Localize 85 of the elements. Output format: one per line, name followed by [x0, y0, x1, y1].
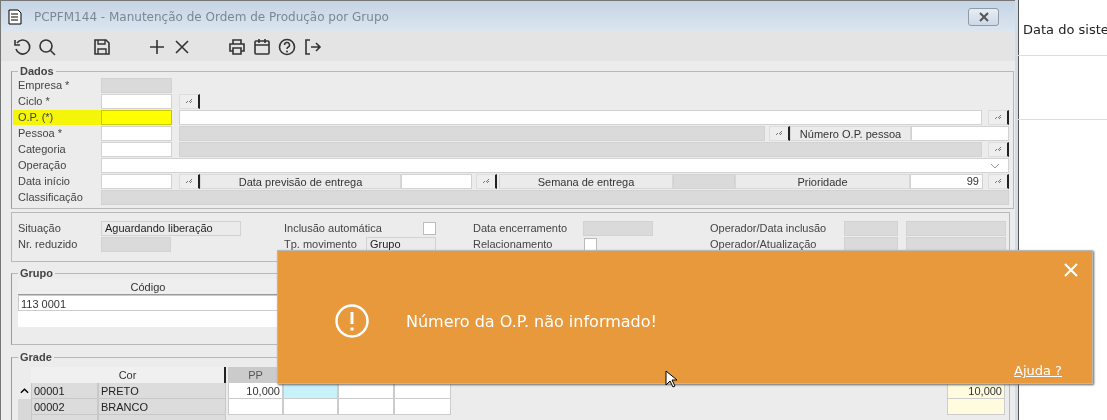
dots-icon	[994, 178, 1002, 184]
input-field	[583, 220, 653, 236]
input-field[interactable]	[101, 109, 172, 125]
input-field[interactable]	[179, 141, 982, 157]
input-field[interactable]	[179, 125, 765, 141]
warning-icon	[334, 303, 370, 339]
input-field[interactable]	[911, 125, 1009, 141]
lookup-button[interactable]	[476, 173, 497, 189]
table-cell: 00001	[31, 383, 98, 399]
toast-message: Número da O.P. não informado!	[406, 311, 657, 331]
table-cell[interactable]	[283, 399, 338, 415]
field-label: Tp. movimento	[284, 236, 358, 252]
field-label: Prioridade	[735, 173, 910, 189]
table-cell: 10,000	[228, 383, 283, 399]
calendar-icon[interactable]	[252, 36, 272, 57]
input-field[interactable]	[673, 173, 735, 189]
table-cell	[947, 399, 1005, 415]
dots-icon	[994, 114, 1002, 120]
input-field[interactable]	[101, 141, 172, 157]
field-label: Nr. reduzido	[18, 236, 79, 252]
checkbox[interactable]	[584, 237, 597, 251]
dots-icon	[775, 130, 783, 136]
help-icon[interactable]	[277, 36, 297, 57]
input-field[interactable]: 99	[910, 173, 983, 189]
dots-icon	[185, 178, 193, 184]
lookup-button[interactable]	[988, 173, 1009, 189]
input-field[interactable]	[401, 173, 472, 189]
save-icon[interactable]	[92, 36, 112, 57]
input-field[interactable]	[101, 189, 1009, 205]
section-title: Dados	[19, 65, 55, 77]
section-title: Grupo	[19, 267, 54, 279]
lookup-button[interactable]	[988, 141, 1009, 157]
cursor-icon	[665, 370, 677, 388]
field-label: Ciclo *	[18, 93, 51, 109]
table-cell	[394, 399, 451, 415]
exit-icon[interactable]	[302, 36, 322, 57]
dots-icon	[994, 146, 1002, 152]
undo-icon[interactable]	[12, 36, 32, 57]
field-label: O.P. (*)	[13, 109, 101, 125]
input-field: Aguardando liberação	[101, 220, 241, 236]
field-label: Relacionamento	[473, 236, 554, 252]
input-field[interactable]	[101, 173, 172, 189]
section-title: Grade	[19, 351, 53, 363]
field-label: Operador/Atualização	[710, 236, 818, 252]
field-label: Data encerramento	[473, 220, 569, 236]
input-field	[101, 236, 171, 252]
close-button[interactable]	[968, 7, 999, 26]
field-label: Operação	[18, 157, 68, 173]
column-header: Cor	[31, 367, 226, 383]
lookup-button[interactable]	[179, 173, 200, 189]
table-cell: PRETO	[98, 383, 226, 399]
dropdown-field[interactable]	[101, 157, 1009, 173]
lookup-button[interactable]	[769, 125, 790, 141]
input-field[interactable]	[101, 93, 172, 109]
table-cell: BRANCO	[98, 399, 226, 415]
field-label: Número O.P. pessoa	[790, 125, 911, 141]
field-label: Data previsão de entrega	[200, 173, 401, 189]
close-icon	[1063, 262, 1079, 278]
field-label: Classificação	[18, 189, 84, 205]
table-cell	[338, 399, 394, 415]
search-icon[interactable]	[37, 36, 57, 57]
table-cell: 00002	[31, 399, 98, 415]
field-label: Inclusão automática	[284, 220, 383, 236]
input-field[interactable]	[101, 125, 172, 141]
field-label: Situação	[18, 220, 62, 236]
input-field[interactable]	[101, 77, 172, 93]
chevron-icon	[990, 162, 1000, 169]
input-field	[844, 220, 898, 236]
dots-icon	[185, 98, 193, 104]
field-label: Data início	[18, 173, 71, 189]
lookup-button[interactable]	[179, 93, 200, 109]
field-label: Semana de entrega	[499, 173, 673, 189]
document-icon	[8, 8, 22, 25]
field-label: Pessoa *	[18, 125, 64, 141]
field-label: Categoria	[18, 141, 67, 157]
dots-icon	[482, 178, 490, 184]
input-field[interactable]	[179, 109, 982, 125]
close-icon	[976, 11, 991, 22]
printer-icon[interactable]	[227, 36, 247, 57]
window-title: PCPFM144 - Manutenção de Ordem de Produção por Grupo	[34, 9, 389, 24]
table-cell	[228, 399, 283, 415]
checkbox[interactable]	[423, 221, 436, 235]
field-label: Operador/Data inclusão	[710, 220, 828, 236]
lookup-button[interactable]	[988, 109, 1009, 125]
field-label: Empresa *	[18, 77, 71, 93]
